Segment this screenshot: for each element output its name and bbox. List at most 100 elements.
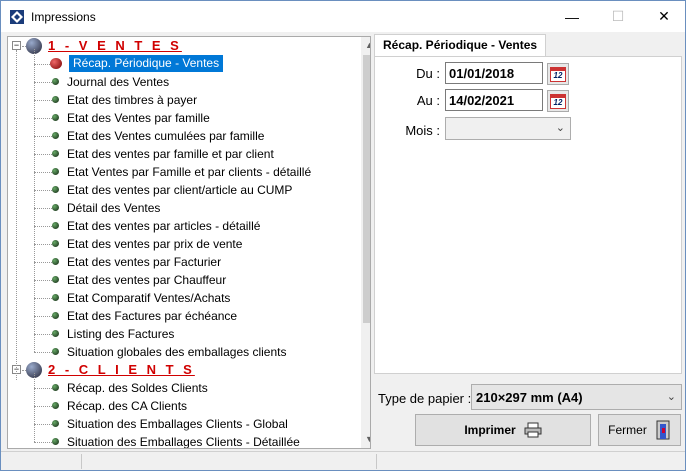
tree-connector [34,388,52,389]
tree-item-label: Etat des ventes par client/article au CU… [67,183,293,197]
maximize-button[interactable]: ☐ [595,1,641,32]
tree-connector [34,262,52,263]
tree-section-1[interactable]: − 1 - V E N T E S [8,37,356,55]
tree-item-label: Etat des Ventes cumulées par famille [67,129,265,143]
tree-connector [34,82,52,83]
scroll-down-arrow[interactable]: ▼ [361,431,370,448]
paper-type-label: Type de papier : [378,391,472,406]
au-label: Au : [416,93,440,108]
tree-connector [34,49,35,352]
print-button-label: Imprimer [464,423,516,437]
tree-connector [16,50,17,380]
tree-item[interactable]: Etat des ventes par Chauffeur [8,271,356,289]
du-calendar-button[interactable]: 12 [547,63,569,85]
tree-item[interactable]: Etat des ventes par famille et par clien… [8,145,356,163]
tree-item-label: Situation des Emballages Clients - Détai… [67,435,300,449]
tree-connector [22,370,26,371]
bullet-icon [52,420,59,427]
tree-item[interactable]: Récap. Périodique - Ventes [8,55,356,73]
tree-item[interactable]: Récap. des Soldes Clients [8,379,356,397]
bullet-icon [52,222,59,229]
tree-item[interactable]: Situation des Emballages Clients - Globa… [8,415,356,433]
bullet-icon [52,204,59,211]
tree-connector [34,298,52,299]
tree-item[interactable]: Etat des ventes par client/article au CU… [8,181,356,199]
tree-connector [34,136,52,137]
tree-connector [34,244,52,245]
tree-item[interactable]: Etat des Ventes par famille [8,109,356,127]
tree-section-2[interactable]: −2 - C L I E N T S [8,361,356,379]
status-separator [81,454,82,469]
tree-item[interactable]: Etat des ventes par prix de vente [8,235,356,253]
bullet-icon [52,312,59,319]
tree-connector [34,100,52,101]
tree-item[interactable]: Etat Comparatif Ventes/Achats [8,289,356,307]
tree-connector [34,208,52,209]
mois-select[interactable]: ⌄ [445,117,571,140]
print-button[interactable]: Imprimer [415,414,591,446]
bullet-icon [52,132,59,139]
tree-connector [34,154,52,155]
tree-connector [34,316,52,317]
tree-item-label: Situation des Emballages Clients - Globa… [67,417,288,431]
tree-item[interactable]: Etat des ventes par Facturier [8,253,356,271]
fermer-button[interactable]: Fermer [598,414,681,446]
du-label: Du : [416,66,440,81]
tree-scrollbar[interactable]: ▲ ▼ [361,37,370,448]
tree-item[interactable]: Etat des Factures par échéance [8,307,356,325]
tree-item-label: Détail des Ventes [67,201,161,215]
scroll-thumb[interactable] [363,55,370,323]
tree-item-label: Etat des ventes par Facturier [67,255,222,269]
au-calendar-button[interactable]: 12 [547,90,569,112]
tree-item[interactable]: Détail des Ventes [8,199,356,217]
status-bar [1,451,685,470]
selected-item-icon [50,58,62,69]
scroll-up-arrow[interactable]: ▲ [361,37,370,54]
bullet-icon [52,186,59,193]
tree-connector [34,424,52,425]
app-icon [10,10,24,24]
tree-item[interactable]: Etat des timbres à payer [8,91,356,109]
tree-item-label: Etat Comparatif Ventes/Achats [67,291,231,305]
tree-item-label: Journal des Ventes [67,75,170,89]
tree-item-label: Listing des Factures [67,327,175,341]
tree-item[interactable]: Etat des Ventes cumulées par famille [8,127,356,145]
close-window-button[interactable]: ✕ [641,1,686,32]
tree-item-label: Etat des ventes par Chauffeur [67,273,227,287]
calendar-icon: 12 [550,66,566,82]
tree-connector [34,373,35,442]
au-date-input[interactable]: 14/02/2021 [445,89,543,111]
tree-item-label: Etat Ventes par Famille et par clients -… [67,165,312,179]
bullet-icon [52,258,59,265]
mois-label: Mois : [405,123,440,138]
tree-item[interactable]: Etat Ventes par Famille et par clients -… [8,163,356,181]
collapse-icon[interactable]: − [12,41,21,50]
tree-connector [34,406,52,407]
tree-section-label: 1 - V E N T E S [48,38,182,53]
tree-connector [34,280,52,281]
tree-connector [34,442,52,443]
tree-connector [34,352,52,353]
tree-item[interactable]: Récap. des CA Clients [8,397,356,415]
tree-item[interactable]: Etat des ventes par articles - détaillé [8,217,356,235]
bullet-icon [52,276,59,283]
bullet-icon [52,168,59,175]
tree-item-label: Etat des timbres à payer [67,93,198,107]
tree-connector [22,46,26,47]
report-tree[interactable]: ▲ ▼ − 1 - V E N T E S Récap. Périodique - … [7,36,371,449]
bullet-icon [52,384,59,391]
du-date-input[interactable]: 01/01/2018 [445,62,543,84]
tree-item[interactable]: Situation globales des emballages client… [8,343,356,361]
tab-recap-periodique[interactable]: Récap. Périodique - Ventes [374,34,547,57]
tree-item[interactable]: Listing des Factures [8,325,356,343]
bullet-icon [52,438,59,445]
minimize-button[interactable]: — [549,1,595,32]
bullet-icon [52,330,59,337]
bullet-icon [52,150,59,157]
tree-item[interactable]: Situation des Emballages Clients - Détai… [8,433,356,449]
tree-item-label: Situation globales des emballages client… [67,345,287,359]
tree-section-label: 2 - C L I E N T S [48,362,195,377]
chevron-down-icon: ⌄ [555,122,565,134]
paper-type-select[interactable]: 210×297 mm (A4) ⌄ [471,384,682,410]
tree-item[interactable]: Journal des Ventes [8,73,356,91]
